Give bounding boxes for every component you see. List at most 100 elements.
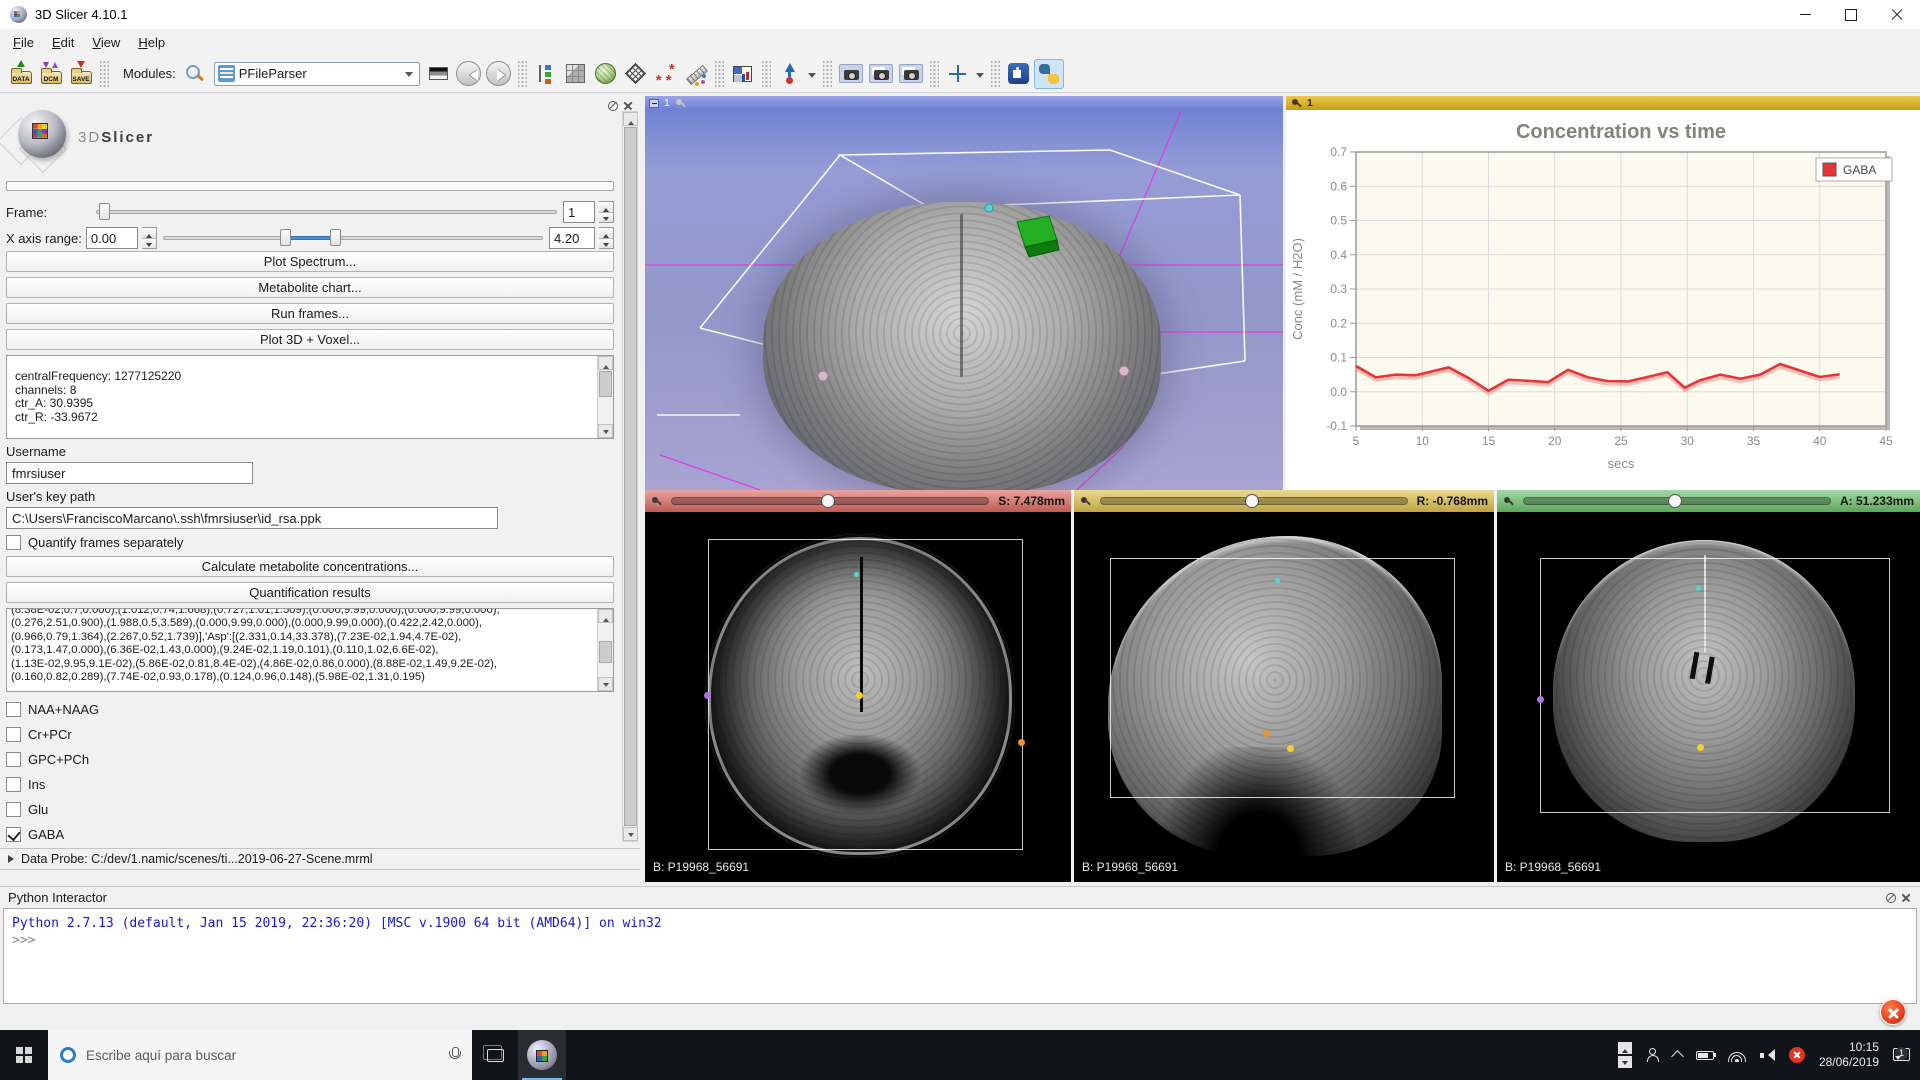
crosshair-toggle-icon[interactable]: [943, 59, 973, 89]
plot-3d-voxel-button[interactable]: Plot 3D + Voxel...: [6, 329, 614, 350]
close-button[interactable]: [1874, 0, 1920, 29]
metabolite-checkbox-gpc-pch[interactable]: GPC+PCh: [6, 747, 614, 772]
show-hidden-icons-icon[interactable]: [1671, 1050, 1684, 1063]
frame-spin-arrows[interactable]: [599, 201, 614, 223]
module-history-icon[interactable]: [424, 59, 454, 89]
metabolite-checkbox-ins[interactable]: Ins: [6, 772, 614, 797]
scroll-down-icon[interactable]: [623, 827, 638, 841]
import-dicom-icon[interactable]: DCM: [36, 59, 66, 89]
checkbox-icon[interactable]: [6, 827, 21, 842]
scene-capture-camera-icon[interactable]: [896, 59, 926, 89]
module-panel-scrollbar[interactable]: [622, 111, 638, 842]
results-scrollbar[interactable]: [597, 609, 613, 691]
checkbox-icon[interactable]: [6, 752, 21, 767]
module-selector-combobox[interactable]: PFileParser: [214, 62, 420, 86]
chevron-down-icon[interactable]: [805, 61, 819, 87]
green-slice-controller[interactable]: A: 51.233mm: [1497, 490, 1920, 512]
scroll-up-icon[interactable]: [598, 356, 613, 370]
yellow-slice-slider[interactable]: [1100, 497, 1408, 505]
start-button[interactable]: [0, 1030, 48, 1080]
quantification-results-box[interactable]: (8.38E-02,0.7,0.000),(1.012,0.74,1.668),…: [6, 608, 614, 692]
xrange-min-spinbox[interactable]: 0.00: [86, 227, 138, 249]
microphone-icon[interactable]: [448, 1047, 460, 1063]
chevron-down-icon[interactable]: [973, 61, 987, 87]
pin-icon[interactable]: [1080, 496, 1091, 507]
scene-view-camera-icon[interactable]: [866, 59, 896, 89]
panel-close-icon[interactable]: [1900, 892, 1912, 904]
extensions-manager-icon[interactable]: [1004, 59, 1034, 89]
frame-spinbox[interactable]: 1: [563, 201, 595, 223]
axial-slice-view[interactable]: B: P19968_56691: [645, 512, 1071, 882]
coronal-slice-view[interactable]: B: P19968_56691: [1497, 512, 1920, 882]
menu-edit[interactable]: Edit: [43, 32, 83, 53]
scroll-up-icon[interactable]: [598, 609, 613, 623]
header-info-box[interactable]: centralFrequency: 1277125220 channels: 8…: [6, 355, 614, 439]
username-field[interactable]: fmrsiuser: [6, 462, 253, 484]
quantification-results-button[interactable]: Quantification results: [6, 582, 614, 603]
taskbar-clock[interactable]: 10:15 28/06/2019: [1819, 1040, 1879, 1070]
pin-icon[interactable]: [1291, 98, 1302, 109]
quantify-frames-checkbox[interactable]: Quantify frames separately: [6, 531, 614, 553]
wifi-icon[interactable]: [1728, 1049, 1746, 1062]
python-console[interactable]: Python 2.7.13 (default, Jan 15 2019, 22:…: [3, 908, 1917, 1004]
error-log-badge[interactable]: [1880, 999, 1906, 1025]
layout-selector-icon[interactable]: [728, 59, 758, 89]
yellow-slice-controller[interactable]: R: -0.768mm: [1074, 490, 1494, 512]
checkbox-icon[interactable]: [6, 802, 21, 817]
taskbar-slicer-app[interactable]: [518, 1030, 566, 1080]
panel-undock-icon[interactable]: [607, 100, 619, 112]
python-console-icon[interactable]: [1034, 59, 1064, 89]
action-center-icon[interactable]: 1: [1893, 1048, 1910, 1063]
expand-triangle-icon[interactable]: [8, 855, 14, 863]
info-scrollbar[interactable]: [597, 356, 613, 438]
pin-icon[interactable]: [675, 98, 686, 109]
chart-view-controller[interactable]: 1: [1286, 96, 1920, 110]
volume-icon[interactable]: [1760, 1049, 1775, 1061]
panel-undock-icon[interactable]: [1885, 892, 1897, 904]
scroll-down-icon[interactable]: [598, 677, 613, 691]
module-list-icon[interactable]: [531, 59, 561, 89]
xrange-max-arrows[interactable]: [599, 227, 614, 249]
battery-icon[interactable]: [1696, 1051, 1714, 1060]
chart-view[interactable]: 1 51015202530354045-0.10.00.10.20.30.40.…: [1286, 96, 1920, 490]
collapse-view-icon[interactable]: [649, 99, 659, 108]
threed-canvas[interactable]: [645, 110, 1283, 490]
data-probe-bar[interactable]: Data Probe: C:/dev/1.namic/scenes/ti...2…: [0, 848, 640, 870]
metabolite-chart-button[interactable]: Metabolite chart...: [6, 277, 614, 298]
measurement-ruler-icon[interactable]: [681, 59, 711, 89]
volume-rendering-sphere-icon[interactable]: [591, 59, 621, 89]
menu-help[interactable]: Help: [129, 32, 174, 53]
plot-spectrum-button[interactable]: Plot Spectrum...: [6, 251, 614, 272]
screenshot-camera-icon[interactable]: [836, 59, 866, 89]
metabolite-checkbox-cr-pcr[interactable]: Cr+PCr: [6, 722, 614, 747]
metabolite-checkbox-gaba[interactable]: GABA: [6, 822, 614, 847]
xrange-range-slider[interactable]: [161, 227, 545, 249]
chevron-down-icon[interactable]: [401, 63, 419, 85]
sample-cube-icon[interactable]: [561, 59, 591, 89]
task-view-button[interactable]: [472, 1030, 518, 1080]
red-slice-slider[interactable]: [671, 497, 989, 505]
taskbar-search-box[interactable]: Escribe aquí para buscar: [48, 1030, 472, 1080]
keypath-field[interactable]: C:\Users\FranciscoMarcano\.ssh\fmrsiuser…: [6, 507, 498, 529]
module-search-icon[interactable]: [180, 59, 210, 89]
pin-icon[interactable]: [1503, 496, 1514, 507]
checkbox-icon[interactable]: [6, 535, 21, 550]
minimize-button[interactable]: [1782, 0, 1828, 29]
red-slice-controller[interactable]: S: 7.478mm: [645, 490, 1071, 512]
scroll-up-icon[interactable]: [623, 112, 638, 126]
xrange-min-arrows[interactable]: [142, 227, 157, 249]
threed-view-controller[interactable]: 1: [645, 96, 1283, 110]
checkbox-icon[interactable]: [6, 702, 21, 717]
pin-icon[interactable]: [651, 496, 662, 507]
scroll-down-icon[interactable]: [598, 424, 613, 438]
metabolite-checkbox-naa-naag[interactable]: NAA+NAAG: [6, 697, 614, 722]
tray-scroll-buttons[interactable]: [1618, 1042, 1632, 1068]
nav-forward-icon[interactable]: [484, 59, 514, 89]
save-scene-icon[interactable]: SAVE: [66, 59, 96, 89]
xrange-max-spinbox[interactable]: 4.20: [549, 227, 595, 249]
error-tray-icon[interactable]: [1789, 1047, 1805, 1063]
metabolite-checkbox-glu[interactable]: Glu: [6, 797, 614, 822]
menu-view[interactable]: View: [83, 32, 129, 53]
green-slice-slider[interactable]: [1523, 497, 1831, 505]
run-frames-button[interactable]: Run frames...: [6, 303, 614, 324]
